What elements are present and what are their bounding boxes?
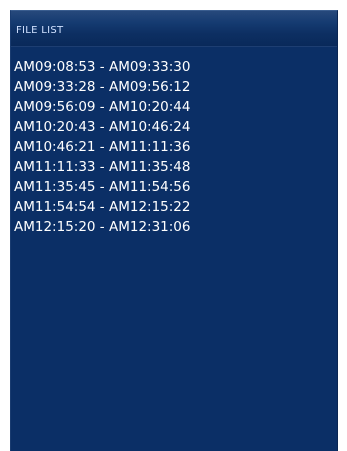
file-list-item[interactable]: AM10:46:21 - AM11:11:36: [14, 137, 333, 157]
file-list: AM09:08:53 - AM09:33:30 AM09:33:28 - AM0…: [14, 57, 333, 237]
file-list-item[interactable]: AM10:20:43 - AM10:46:24: [14, 117, 333, 137]
file-list-item[interactable]: AM11:54:54 - AM12:15:22: [14, 197, 333, 217]
file-list-item[interactable]: AM09:33:28 - AM09:56:12: [14, 77, 333, 97]
file-list-item[interactable]: AM09:56:09 - AM10:20:44: [14, 97, 333, 117]
file-list-panel: FILE LIST AM09:08:53 - AM09:33:30 AM09:3…: [10, 10, 338, 451]
panel-title: FILE LIST: [16, 25, 64, 36]
file-list-item[interactable]: AM11:35:45 - AM11:54:56: [14, 177, 333, 197]
file-list-item[interactable]: AM09:08:53 - AM09:33:30: [14, 57, 333, 77]
file-list-item[interactable]: AM12:15:20 - AM12:31:06: [14, 217, 333, 237]
panel-header: FILE LIST: [11, 11, 337, 47]
file-list-item[interactable]: AM11:11:33 - AM11:35:48: [14, 157, 333, 177]
